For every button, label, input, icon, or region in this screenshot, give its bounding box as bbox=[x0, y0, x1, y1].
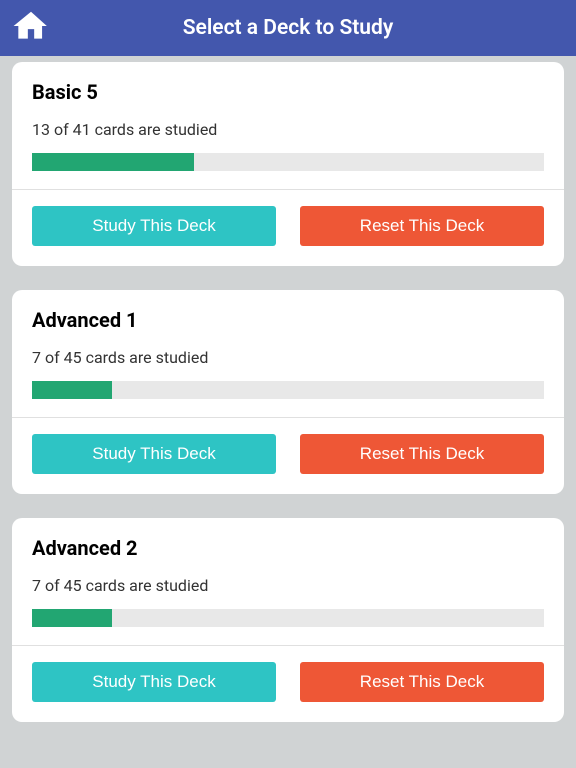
button-row: Study This Deck Reset This Deck bbox=[32, 206, 544, 246]
page-title: Select a Deck to Study bbox=[183, 16, 394, 40]
reset-button[interactable]: Reset This Deck bbox=[300, 206, 544, 246]
deck-list: Basic 5 13 of 41 cards are studied Study… bbox=[0, 56, 576, 722]
deck-status: 7 of 45 cards are studied bbox=[32, 348, 544, 367]
button-row: Study This Deck Reset This Deck bbox=[32, 662, 544, 702]
reset-button[interactable]: Reset This Deck bbox=[300, 662, 544, 702]
deck-status: 13 of 41 cards are studied bbox=[32, 120, 544, 139]
study-button[interactable]: Study This Deck bbox=[32, 434, 276, 474]
deck-card: Advanced 2 7 of 45 cards are studied Stu… bbox=[12, 518, 564, 722]
progress-bar bbox=[32, 609, 544, 627]
button-row: Study This Deck Reset This Deck bbox=[32, 434, 544, 474]
divider bbox=[12, 417, 564, 418]
deck-status: 7 of 45 cards are studied bbox=[32, 576, 544, 595]
progress-fill bbox=[32, 609, 112, 627]
home-icon[interactable] bbox=[12, 7, 50, 49]
study-button[interactable]: Study This Deck bbox=[32, 206, 276, 246]
deck-card: Advanced 1 7 of 45 cards are studied Stu… bbox=[12, 290, 564, 494]
deck-card: Basic 5 13 of 41 cards are studied Study… bbox=[12, 62, 564, 266]
divider bbox=[12, 189, 564, 190]
progress-bar bbox=[32, 153, 544, 171]
reset-button[interactable]: Reset This Deck bbox=[300, 434, 544, 474]
progress-bar bbox=[32, 381, 544, 399]
deck-title: Advanced 2 bbox=[32, 536, 544, 560]
progress-fill bbox=[32, 153, 194, 171]
app-header: Select a Deck to Study bbox=[0, 0, 576, 56]
divider bbox=[12, 645, 564, 646]
study-button[interactable]: Study This Deck bbox=[32, 662, 276, 702]
progress-fill bbox=[32, 381, 112, 399]
deck-title: Basic 5 bbox=[32, 80, 544, 104]
deck-title: Advanced 1 bbox=[32, 308, 544, 332]
